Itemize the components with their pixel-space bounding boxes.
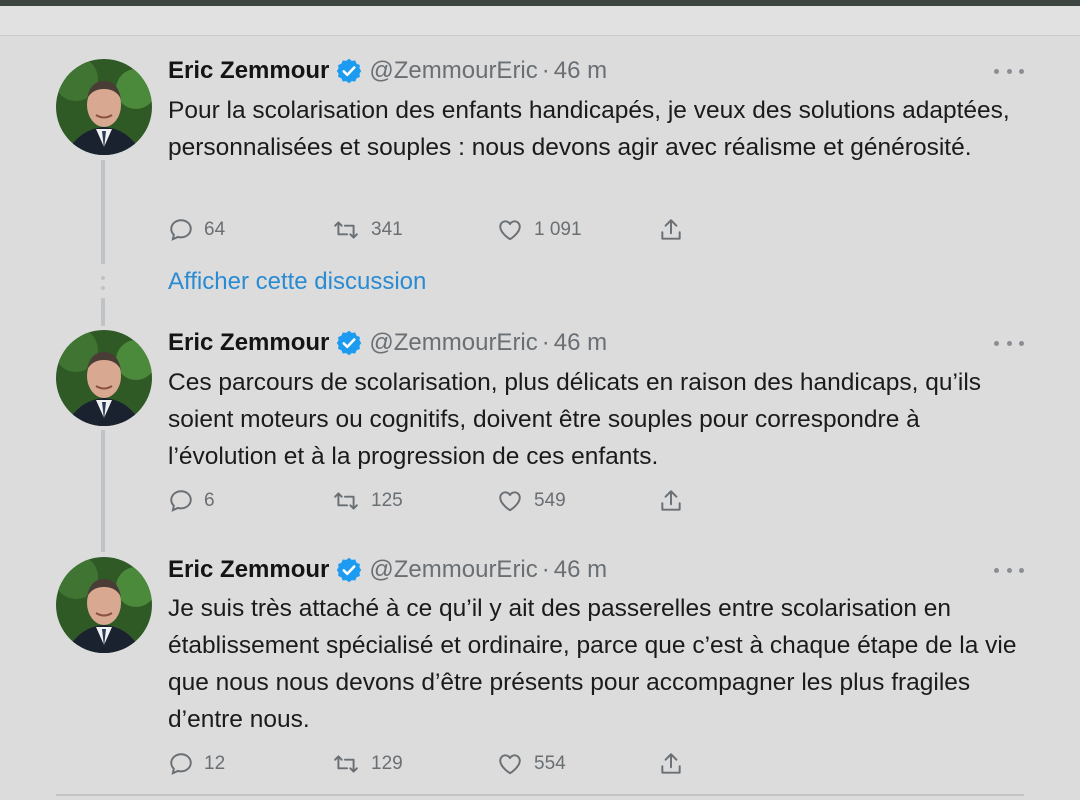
tweet-header: Eric Zemmour @ZemmourEric · 46 m	[168, 53, 607, 89]
like-icon	[499, 220, 521, 241]
author-handle[interactable]: @ZemmourEric	[369, 329, 537, 357]
tweet-actions: 6 125 549	[168, 486, 708, 516]
divider	[56, 794, 1024, 796]
author-name[interactable]: Eric Zemmour	[168, 329, 329, 357]
reply-button[interactable]: 64	[168, 215, 225, 245]
like-count: 1 091	[534, 219, 582, 240]
reply-count: 6	[204, 490, 215, 511]
separator: ·	[541, 57, 550, 84]
like-count: 554	[534, 753, 566, 774]
show-thread-link[interactable]: Afficher cette discussion	[168, 268, 426, 296]
author-name[interactable]: Eric Zemmour	[168, 57, 329, 85]
retweet-count: 129	[371, 753, 403, 774]
author-name[interactable]: Eric Zemmour	[168, 556, 329, 584]
like-icon	[499, 754, 521, 775]
like-button[interactable]: 1 091	[496, 215, 582, 245]
avatar[interactable]	[56, 330, 152, 426]
retweet-icon	[334, 492, 358, 510]
reply-icon	[170, 219, 192, 241]
author-handle[interactable]: @ZemmourEric	[369, 556, 537, 584]
verified-badge-icon	[337, 330, 362, 356]
share-button[interactable]	[658, 215, 694, 245]
thread-dots	[101, 276, 105, 296]
timestamp[interactable]: 46 m	[554, 329, 607, 357]
tweet-actions: 64 341 1 091	[168, 215, 708, 245]
tweet-actions: 12 129 554	[168, 749, 708, 779]
reply-button[interactable]: 6	[168, 486, 215, 516]
tweet-text: Pour la scolarisation des enfants handic…	[168, 97, 1010, 161]
like-count: 549	[534, 490, 566, 511]
reply-count: 64	[204, 219, 226, 240]
more-icon[interactable]	[994, 333, 1024, 353]
timestamp[interactable]: 46 m	[554, 556, 607, 584]
author-handle[interactable]: @ZemmourEric	[369, 57, 537, 85]
tweet-text: Ces parcours de scolarisation, plus déli…	[168, 369, 982, 470]
share-button[interactable]	[658, 486, 694, 516]
thread-line	[101, 298, 105, 326]
share-icon	[661, 490, 681, 511]
verified-badge-icon	[337, 557, 362, 583]
tweet-text: Je suis très attaché à ce qu’il y ait de…	[168, 595, 1017, 733]
retweet-count: 125	[371, 490, 403, 511]
timestamp[interactable]: 46 m	[554, 57, 607, 85]
retweet-icon	[334, 755, 358, 773]
reply-icon	[170, 753, 192, 775]
retweet-icon	[334, 221, 358, 239]
retweet-button[interactable]: 341	[331, 215, 403, 245]
retweet-button[interactable]: 125	[331, 486, 403, 516]
separator: ·	[541, 329, 550, 356]
share-button[interactable]	[658, 749, 694, 779]
like-icon	[499, 491, 521, 512]
tweet-header: Eric Zemmour @ZemmourEric · 46 m	[168, 552, 607, 588]
reply-icon	[170, 490, 192, 512]
reply-count: 12	[204, 753, 226, 774]
avatar[interactable]	[56, 59, 152, 155]
share-icon	[661, 753, 681, 774]
reply-button[interactable]: 12	[168, 749, 225, 779]
separator: ·	[541, 556, 550, 583]
share-icon	[661, 219, 681, 240]
retweet-button[interactable]: 129	[331, 749, 403, 779]
retweet-count: 341	[371, 219, 403, 240]
like-button[interactable]: 549	[496, 486, 566, 516]
tweet-header: Eric Zemmour @ZemmourEric · 46 m	[168, 325, 607, 361]
like-button[interactable]: 554	[496, 749, 566, 779]
verified-badge-icon	[337, 58, 362, 84]
tweet[interactable]: Eric Zemmour @ZemmourEric · 46 m Pour la…	[0, 0, 1080, 260]
thread-line	[101, 430, 105, 552]
more-icon[interactable]	[994, 560, 1024, 580]
avatar[interactable]	[56, 557, 152, 653]
more-icon[interactable]	[994, 61, 1024, 81]
